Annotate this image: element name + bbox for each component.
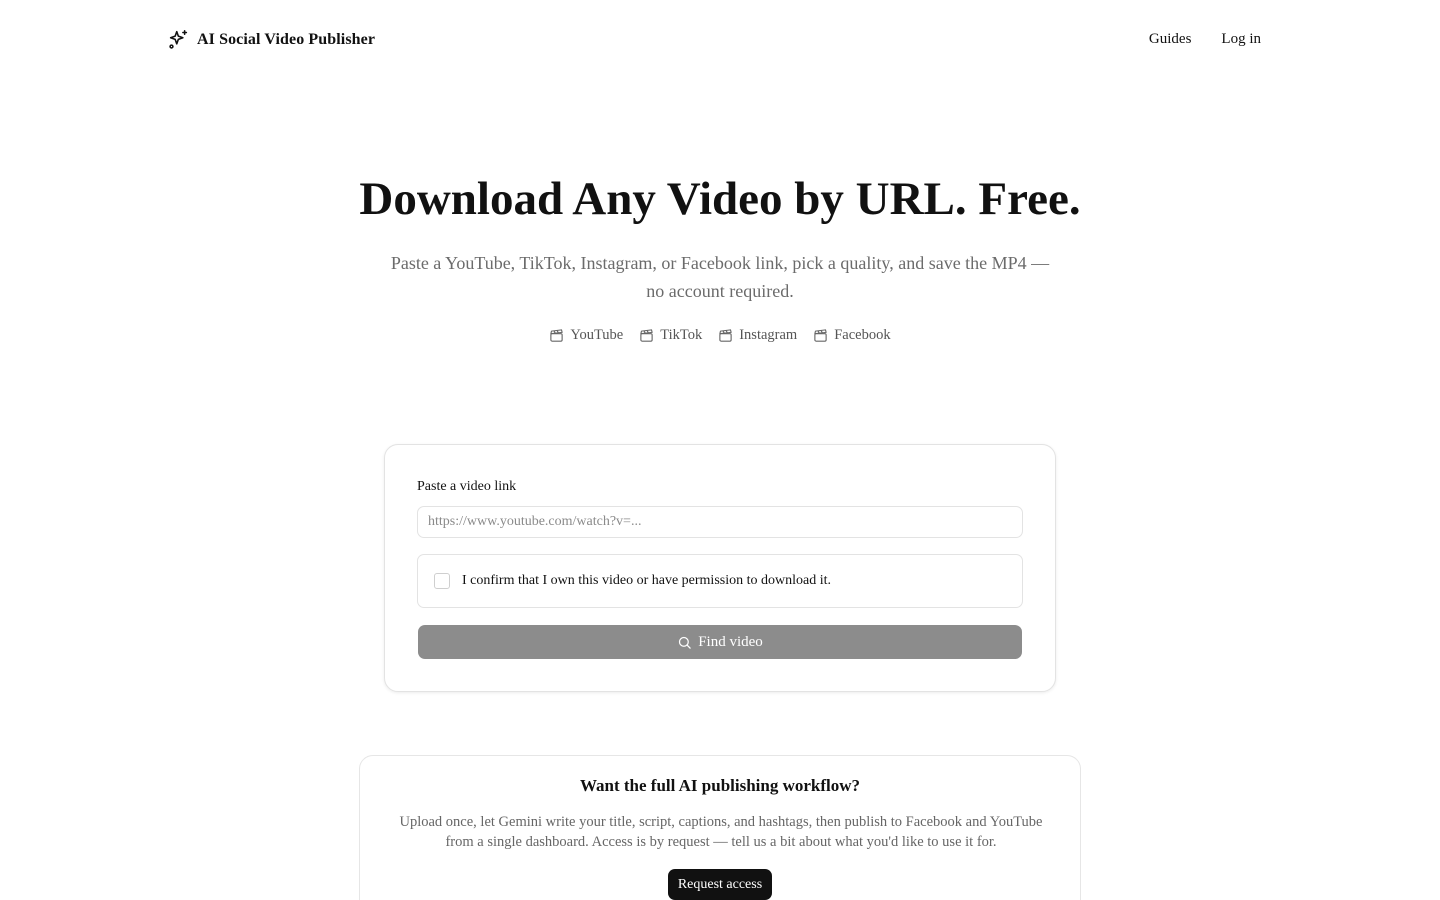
supported-platforms: YouTube TikTok Instagram Facebook: [0, 327, 1440, 344]
platform-label: YouTube: [570, 327, 624, 343]
platform-label: TikTok: [660, 327, 703, 343]
page-title: Download Any Video by URL. Free.: [359, 173, 1081, 225]
ownership-confirmation[interactable]: I confirm that I own this video or have …: [417, 554, 1023, 608]
request-access-button[interactable]: Request access: [668, 869, 772, 900]
find-video-button[interactable]: Find video: [418, 625, 1022, 659]
workflow-promo-card: Want the full AI publishing workflow? Up…: [359, 755, 1081, 900]
video-url-input[interactable]: [417, 506, 1023, 538]
top-nav: Guides Log in: [1149, 31, 1261, 48]
promo-description: Upload once, let Gemini write your title…: [399, 814, 1043, 850]
find-video-label: Find video: [698, 633, 763, 650]
clapperboard-icon: [814, 329, 827, 342]
platform-tiktok: TikTok: [639, 327, 702, 344]
platform-label: Instagram: [739, 327, 798, 343]
clapperboard-icon: [550, 329, 564, 342]
hero-subtitle: Paste a YouTube, TikTok, Instagram, or F…: [390, 253, 1050, 301]
ownership-confirm-text: I confirm that I own this video or have …: [462, 573, 831, 588]
site-header: AI Social Video Publisher Guides Log in: [0, 0, 1440, 80]
promo-title: Want the full AI publishing workflow?: [579, 776, 861, 795]
clapperboard-icon: [640, 329, 653, 342]
platform-label: Facebook: [834, 327, 891, 343]
nav-login-link[interactable]: Log in: [1221, 31, 1261, 48]
search-icon: [679, 636, 691, 649]
platform-youtube: YouTube: [549, 327, 623, 344]
brand[interactable]: AI Social Video Publisher: [168, 29, 375, 50]
platform-facebook: Facebook: [813, 327, 891, 344]
sparkles-icon: [168, 29, 189, 50]
ownership-checkbox[interactable]: [434, 573, 450, 589]
platform-instagram: Instagram: [718, 327, 797, 344]
nav-guides-link[interactable]: Guides: [1149, 31, 1192, 48]
video-link-label: Paste a video link: [417, 479, 517, 494]
clapperboard-icon: [719, 329, 732, 342]
download-form-card: Paste a video link I confirm that I own …: [384, 444, 1056, 692]
brand-name: AI Social Video Publisher: [197, 30, 376, 48]
